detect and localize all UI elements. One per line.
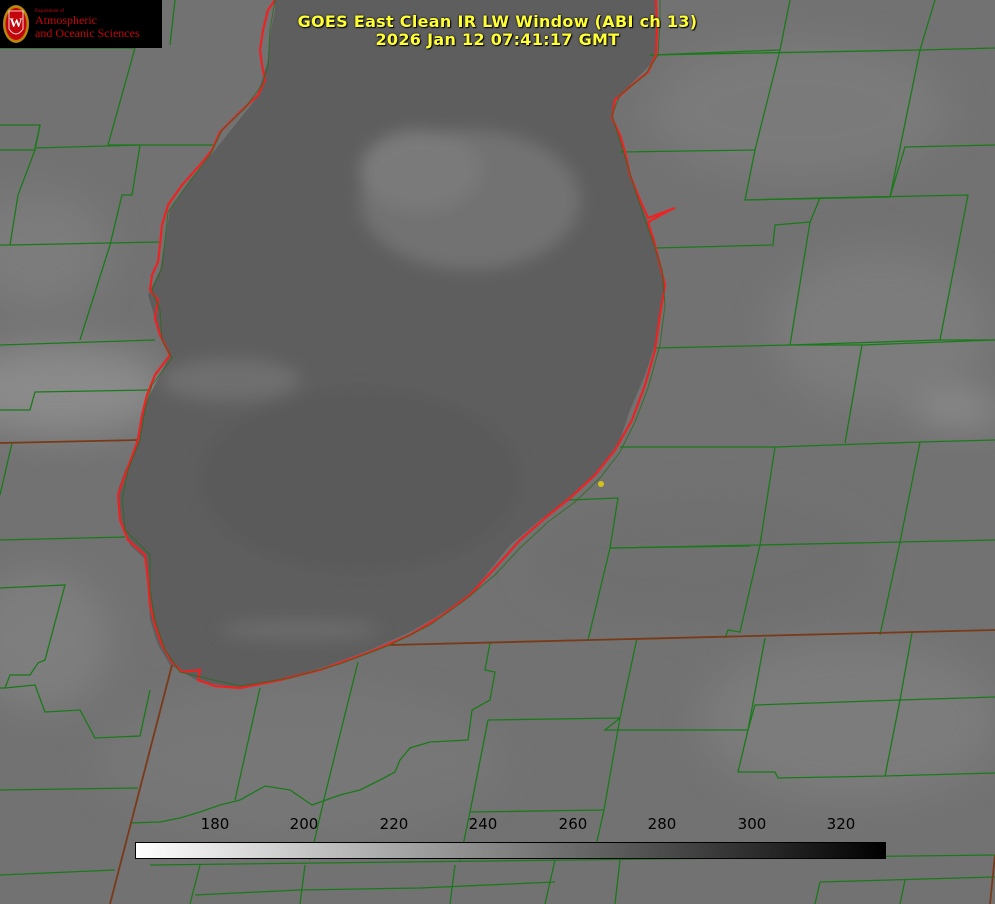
colorbar-tick-label: 180 [200, 815, 230, 833]
ir-satellite-map [0, 0, 995, 904]
colorbar-tick-label: 260 [558, 815, 588, 833]
colorbar-tick-label: 320 [826, 815, 856, 833]
satellite-image-viewer: GOES East Clean IR LW Window (ABI ch 13)… [0, 0, 995, 904]
uw-crest-icon: W [3, 5, 29, 43]
logo-name-line2: and Oceanic Sciences [35, 26, 140, 40]
colorbar-tick-label: 280 [647, 815, 677, 833]
svg-text:W: W [10, 15, 23, 30]
colorbar-tick-label: 300 [737, 815, 767, 833]
temperature-colorbar [135, 842, 886, 859]
aos-logo: W Department of Atmospheric and Oceanic … [0, 0, 162, 48]
colorbar-tick-label: 200 [289, 815, 319, 833]
location-marker [598, 481, 604, 487]
colorbar-tick-label: 240 [468, 815, 498, 833]
colorbar-tick-label: 220 [379, 815, 409, 833]
